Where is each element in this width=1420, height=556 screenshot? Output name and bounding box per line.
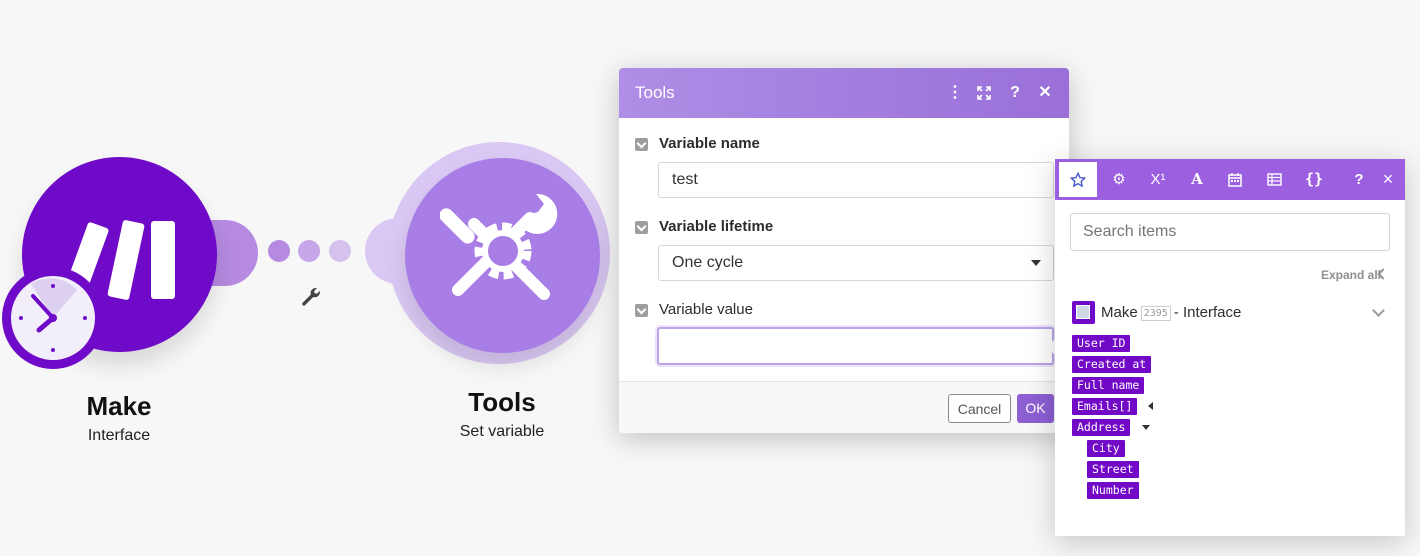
mapping-item-street[interactable]: Street bbox=[1087, 461, 1139, 478]
module-id-badge: 2395 bbox=[1140, 305, 1171, 321]
schedule-clock-button[interactable] bbox=[2, 267, 104, 369]
variable-lifetime-label: Variable lifetime bbox=[659, 218, 774, 235]
mapping-panel: ⚙ X¹ A {} ? × Expand all Make2395- Inter… bbox=[1055, 159, 1405, 536]
tools-icon bbox=[440, 193, 558, 300]
connector-dot bbox=[298, 240, 320, 262]
variable-value-input[interactable] bbox=[657, 327, 1054, 365]
module-image-icon bbox=[1072, 301, 1095, 324]
dialog-header: Tools ⋮ ? ✕ bbox=[619, 68, 1069, 118]
make-module-subtitle: Interface bbox=[87, 427, 151, 444]
tools-module-title: Tools bbox=[468, 387, 536, 417]
calendar-icon[interactable] bbox=[1216, 162, 1254, 197]
collapse-caret-icon[interactable] bbox=[1148, 402, 1153, 410]
connector-dot bbox=[329, 240, 351, 262]
help-icon[interactable]: ? bbox=[1004, 82, 1026, 104]
connector-dot bbox=[268, 240, 290, 262]
variable-name-label: Variable name bbox=[659, 135, 760, 152]
make-module-title: Make bbox=[86, 391, 152, 421]
close-icon[interactable]: ✕ bbox=[1034, 82, 1056, 104]
caret-down-icon bbox=[1031, 260, 1041, 266]
expand-icon[interactable] bbox=[973, 82, 995, 104]
text-icon[interactable]: A bbox=[1178, 162, 1216, 197]
variable-lifetime-value: One cycle bbox=[672, 254, 744, 271]
tools-module[interactable] bbox=[405, 158, 600, 353]
wrench-icon[interactable] bbox=[298, 286, 324, 317]
field-toggle-checkbox[interactable] bbox=[635, 304, 648, 317]
mapping-item-address[interactable]: Address bbox=[1072, 419, 1131, 436]
dialog-title: Tools bbox=[635, 83, 675, 102]
field-toggle-checkbox[interactable] bbox=[635, 221, 648, 234]
table-icon[interactable] bbox=[1255, 162, 1293, 197]
ok-button[interactable]: OK bbox=[1017, 394, 1054, 423]
clock-icon bbox=[11, 276, 95, 360]
source-module-title[interactable]: Make 2395- Interface bbox=[1101, 304, 1241, 321]
superscript-icon[interactable]: X¹ bbox=[1139, 162, 1177, 197]
cancel-button[interactable]: Cancel bbox=[948, 394, 1011, 423]
mapping-item-full-name[interactable]: Full name bbox=[1072, 377, 1145, 394]
gear-icon[interactable]: ⚙ bbox=[1100, 162, 1138, 197]
tools-dialog: Tools ⋮ ? ✕ Variable name test Variable … bbox=[619, 68, 1069, 433]
expand-all-link[interactable]: Expand all bbox=[1321, 268, 1381, 282]
expand-caret-icon[interactable] bbox=[1142, 425, 1150, 430]
source-suffix: - Interface bbox=[1173, 304, 1242, 321]
source-name: Make bbox=[1101, 304, 1138, 321]
variable-value-label: Variable value bbox=[659, 301, 753, 318]
mapping-tabs: ⚙ X¹ A {} ? × bbox=[1055, 159, 1405, 200]
variable-name-input[interactable]: test bbox=[658, 162, 1054, 198]
mapping-item-created-at[interactable]: Created at bbox=[1072, 356, 1152, 373]
dialog-footer: Cancel OK bbox=[619, 381, 1069, 433]
close-icon[interactable]: × bbox=[1369, 162, 1407, 197]
field-toggle-checkbox[interactable] bbox=[635, 138, 648, 151]
search-input[interactable] bbox=[1070, 213, 1390, 251]
mapping-item-number[interactable]: Number bbox=[1087, 482, 1139, 499]
tools-module-subtitle: Set variable bbox=[459, 423, 545, 440]
braces-icon[interactable]: {} bbox=[1295, 162, 1333, 197]
mapping-item-emails[interactable]: Emails[] bbox=[1072, 398, 1138, 415]
chevron-down-icon[interactable] bbox=[1372, 304, 1385, 317]
star-icon[interactable] bbox=[1059, 162, 1097, 197]
variable-lifetime-select[interactable]: One cycle bbox=[658, 245, 1054, 281]
mapping-item-city[interactable]: City bbox=[1087, 440, 1125, 457]
mapping-item-user-id[interactable]: User ID bbox=[1072, 335, 1131, 352]
more-vertical-icon[interactable]: ⋮ bbox=[944, 82, 966, 104]
